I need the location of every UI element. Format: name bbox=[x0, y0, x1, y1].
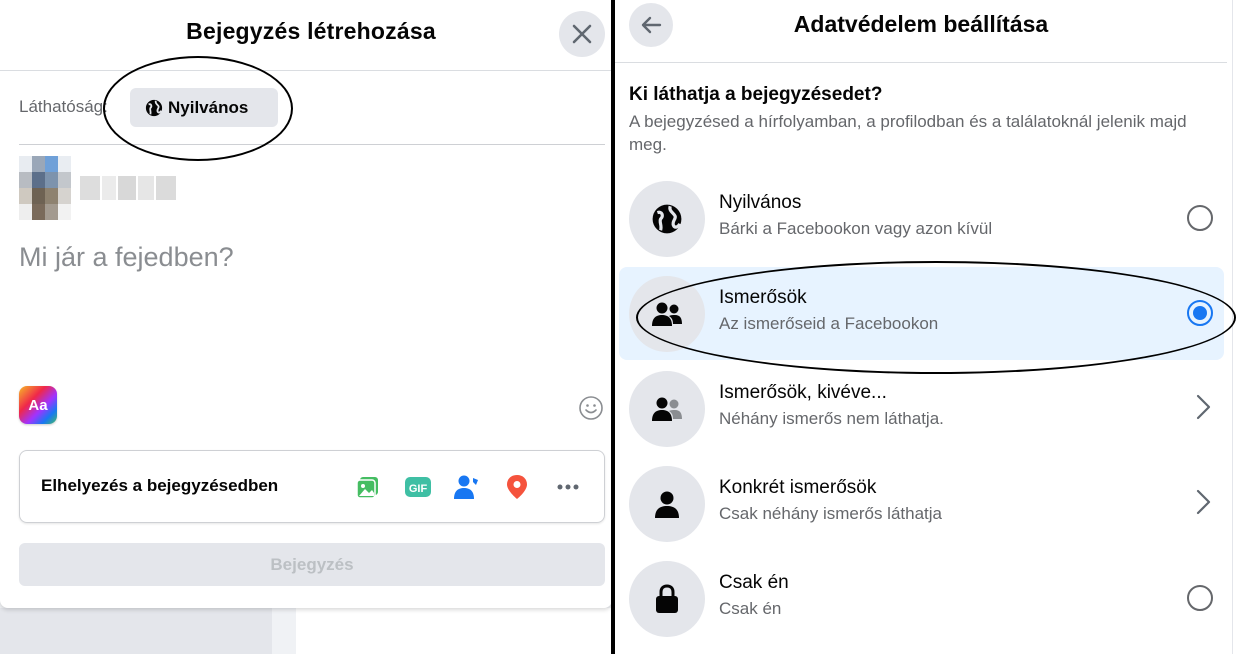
option-friends-except-desc: Néhány ismerős nem láthatja. bbox=[719, 409, 944, 428]
location-icon bbox=[507, 475, 527, 499]
chevron-right-icon bbox=[1196, 394, 1211, 420]
tag-people-button[interactable] bbox=[453, 473, 481, 501]
emoji-icon bbox=[579, 396, 603, 420]
page: Bejegyzés létrehozása Láthatóság: Nyilvá… bbox=[0, 0, 1238, 654]
option-friends[interactable]: Ismerősök Az ismerőseid a Facebookon bbox=[619, 267, 1224, 360]
option-friends-desc: Az ismerőseid a Facebookon bbox=[719, 314, 939, 333]
option-public[interactable]: Nyilvános Bárki a Facebookon vagy azon k… bbox=[619, 172, 1224, 265]
feed-ghost-left bbox=[0, 608, 272, 654]
visibility-divider bbox=[19, 144, 605, 145]
globe-icon bbox=[652, 204, 682, 234]
option-specific-friends[interactable]: Konkrét ismerősök Csak néhány ismerős lá… bbox=[619, 457, 1224, 550]
tag-people-icon bbox=[454, 475, 478, 499]
lock-icon bbox=[656, 584, 678, 613]
option-public-icon-circle bbox=[629, 181, 705, 257]
close-button[interactable] bbox=[559, 11, 605, 57]
option-friends-except-name: Ismerősök, kivéve... bbox=[719, 382, 887, 403]
chevron-right-icon bbox=[1196, 489, 1211, 515]
text-style-label: Aa bbox=[28, 396, 48, 414]
option-friends-name: Ismerősök bbox=[719, 287, 807, 308]
panel-scrollbar-edge bbox=[1232, 0, 1238, 654]
user-name-blurred bbox=[80, 176, 180, 200]
close-icon bbox=[572, 24, 592, 44]
more-options-button[interactable] bbox=[554, 473, 582, 501]
feed-ghost-right bbox=[296, 608, 612, 654]
privacy-title: Adatvédelem beállítása bbox=[793, 11, 1049, 37]
friends-except-icon bbox=[652, 397, 682, 421]
option-public-radio[interactable] bbox=[1187, 205, 1213, 231]
option-only-me[interactable]: Csak én Csak én bbox=[619, 552, 1224, 645]
photo-video-icon bbox=[356, 477, 378, 499]
photo-video-button[interactable] bbox=[354, 473, 382, 501]
visibility-label: Láthatóság: bbox=[19, 97, 108, 116]
composer-input[interactable]: Mi jár a fejedben? bbox=[19, 242, 234, 273]
header-divider bbox=[0, 70, 612, 71]
visibility-value: Nyilvános bbox=[168, 97, 249, 117]
add-to-post-label: Elhelyezés a bejegyzésedben bbox=[41, 476, 279, 495]
option-public-desc: Bárki a Facebookon vagy azon kívül bbox=[719, 219, 993, 238]
avatar bbox=[19, 156, 71, 220]
more-icon bbox=[557, 484, 579, 490]
option-specific-friends-desc: Csak néhány ismerős láthatja bbox=[719, 504, 943, 523]
audience-description: A bejegyzésed a hírfolyamban, a profilod… bbox=[629, 112, 1187, 154]
text-style-button[interactable]: Aa bbox=[19, 386, 57, 424]
option-friends-radio[interactable] bbox=[1187, 300, 1213, 326]
option-friends-except-icon-circle bbox=[629, 371, 705, 447]
option-specific-friends-icon-circle bbox=[629, 466, 705, 542]
option-friends-icon-circle bbox=[629, 276, 705, 352]
option-only-me-name: Csak én bbox=[719, 572, 789, 593]
location-button[interactable] bbox=[503, 473, 531, 501]
gif-icon: GIF bbox=[405, 477, 431, 497]
person-icon bbox=[655, 491, 679, 518]
option-specific-friends-name: Konkrét ismerősök bbox=[719, 477, 877, 498]
add-to-post-box: Elhelyezés a bejegyzésedben GIF bbox=[19, 450, 605, 523]
privacy-settings-panel: Adatvédelem beállítása Ki láthatja a bej… bbox=[615, 0, 1238, 654]
friends-icon bbox=[652, 302, 682, 326]
option-only-me-desc: Csak én bbox=[719, 599, 782, 618]
create-post-dialog: Bejegyzés létrehozása Láthatóság: Nyilvá… bbox=[0, 0, 612, 608]
option-friends-except[interactable]: Ismerősök, kivéve... Néhány ismerős nem … bbox=[619, 362, 1224, 455]
emoji-button[interactable] bbox=[578, 395, 604, 421]
option-only-me-icon-circle bbox=[629, 561, 705, 637]
audience-question: Ki láthatja a bejegyzésedet? bbox=[629, 84, 883, 105]
post-button[interactable]: Bejegyzés bbox=[19, 543, 605, 586]
privacy-header-divider bbox=[615, 62, 1227, 63]
visibility-button[interactable]: Nyilvános bbox=[130, 88, 278, 127]
globe-icon bbox=[145, 99, 163, 116]
create-post-title: Bejegyzés létrehozása bbox=[186, 18, 436, 44]
option-public-name: Nyilvános bbox=[719, 192, 802, 213]
gif-button[interactable]: GIF bbox=[404, 473, 432, 501]
gif-label: GIF bbox=[409, 483, 428, 495]
option-only-me-radio[interactable] bbox=[1187, 585, 1213, 611]
